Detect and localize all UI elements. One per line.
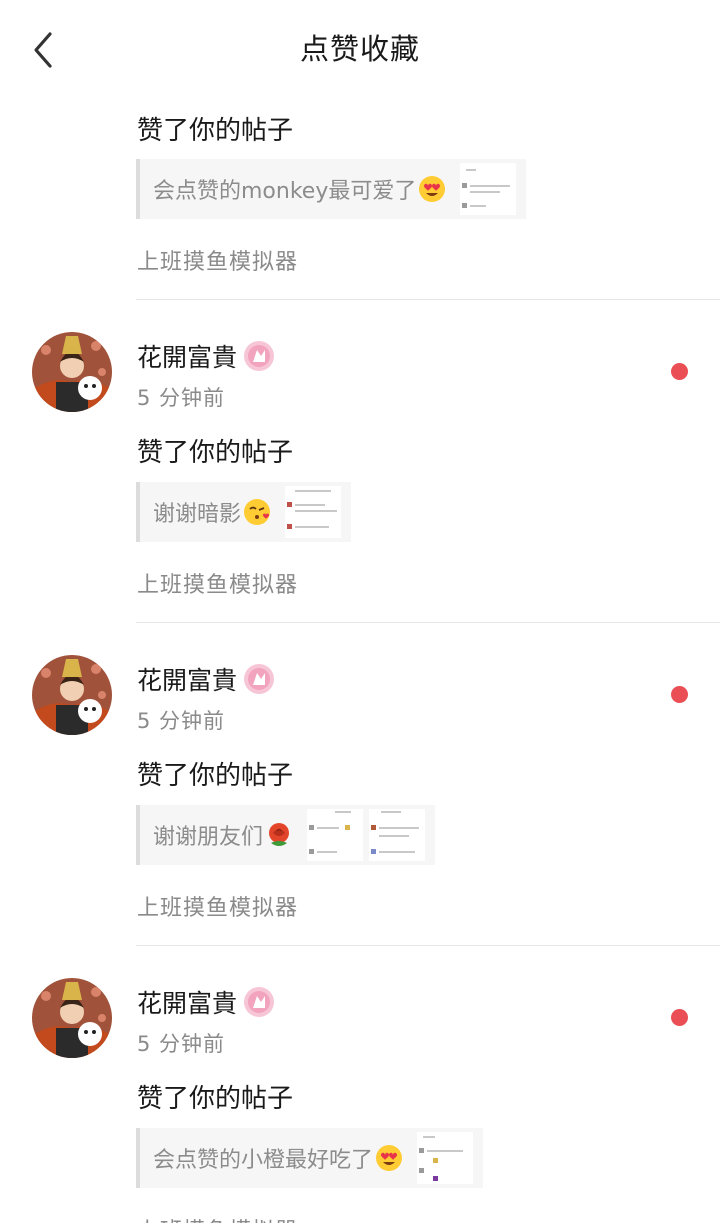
post-excerpt-text: 谢谢暗影 [153,502,242,527]
rose-emoji-icon [269,823,290,846]
notification-item[interactable]: 赞了你的帖子 会点赞的monkey最可爱了 上班摸鱼模拟器 [0,98,720,300]
notification-item[interactable]: 花開富貴 5 分钟前 赞了你的帖子 谢谢暗影 上班摸鱼模拟器 [0,300,720,623]
post-excerpt-text: 会点赞的小橙最好吃了 [153,1148,374,1173]
post-thumbnail [460,163,517,215]
kissing-heart-emoji-icon [244,499,271,525]
user-name-row: 花開富貴 [137,338,275,374]
topic-label[interactable]: 上班摸鱼模拟器 [137,890,298,922]
notification-item[interactable]: 花開富貴 5 分钟前 赞了你的帖子 会点赞的小橙最好吃了 上班 [0,946,720,1223]
timestamp: 5 分钟前 [137,1032,226,1056]
post-excerpt-text: 会点赞的monkey最可爱了 [153,179,417,204]
topic-label[interactable]: 上班摸鱼模拟器 [137,1213,298,1223]
post-thumbnail [307,809,364,861]
action-text: 赞了你的帖子 [137,761,294,791]
user-avatar[interactable] [32,978,112,1058]
user-name-row: 花開富貴 [137,661,275,697]
post-thumbnail [417,1132,474,1184]
post-thumbnails [307,809,426,861]
post-excerpt-text: 谢谢朋友们 [153,825,264,850]
post-thumbnail [369,809,426,861]
user-name-row: 花開富貴 [137,984,275,1020]
user-name[interactable]: 花開富貴 [137,661,237,697]
action-text: 赞了你的帖子 [137,116,294,146]
post-thumbnails [460,163,517,215]
timestamp: 5 分钟前 [137,386,226,410]
user-avatar[interactable] [32,655,112,735]
user-level-badge-icon [244,664,275,694]
post-excerpt[interactable]: 谢谢暗影 [136,482,352,542]
post-thumbnail [285,486,342,538]
post-excerpt[interactable]: 谢谢朋友们 [136,805,436,865]
post-thumbnails [285,486,342,538]
topic-label[interactable]: 上班摸鱼模拟器 [137,567,298,599]
user-name[interactable]: 花開富貴 [137,338,237,374]
page-title: 点赞收藏 [299,32,420,66]
post-excerpt[interactable]: 会点赞的monkey最可爱了 [136,159,527,219]
top-bar: 点赞收藏 [0,0,720,98]
notification-item[interactable]: 花開富貴 5 分钟前 赞了你的帖子 谢谢朋友们 上班摸鱼模拟器 [0,623,720,946]
action-text: 赞了你的帖子 [137,1084,294,1114]
heart-eyes-emoji-icon [419,176,446,202]
heart-eyes-emoji-icon [376,1145,403,1171]
user-avatar[interactable] [32,332,112,412]
unread-dot [671,363,688,380]
post-thumbnails [417,1132,474,1184]
post-excerpt[interactable]: 会点赞的小橙最好吃了 [136,1128,484,1188]
user-level-badge-icon [244,341,275,371]
timestamp: 5 分钟前 [137,709,226,733]
unread-dot [671,1009,688,1026]
topic-label[interactable]: 上班摸鱼模拟器 [137,244,298,276]
user-name[interactable]: 花開富貴 [137,984,237,1020]
action-text: 赞了你的帖子 [137,438,294,468]
unread-dot [671,686,688,703]
user-level-badge-icon [244,987,275,1017]
